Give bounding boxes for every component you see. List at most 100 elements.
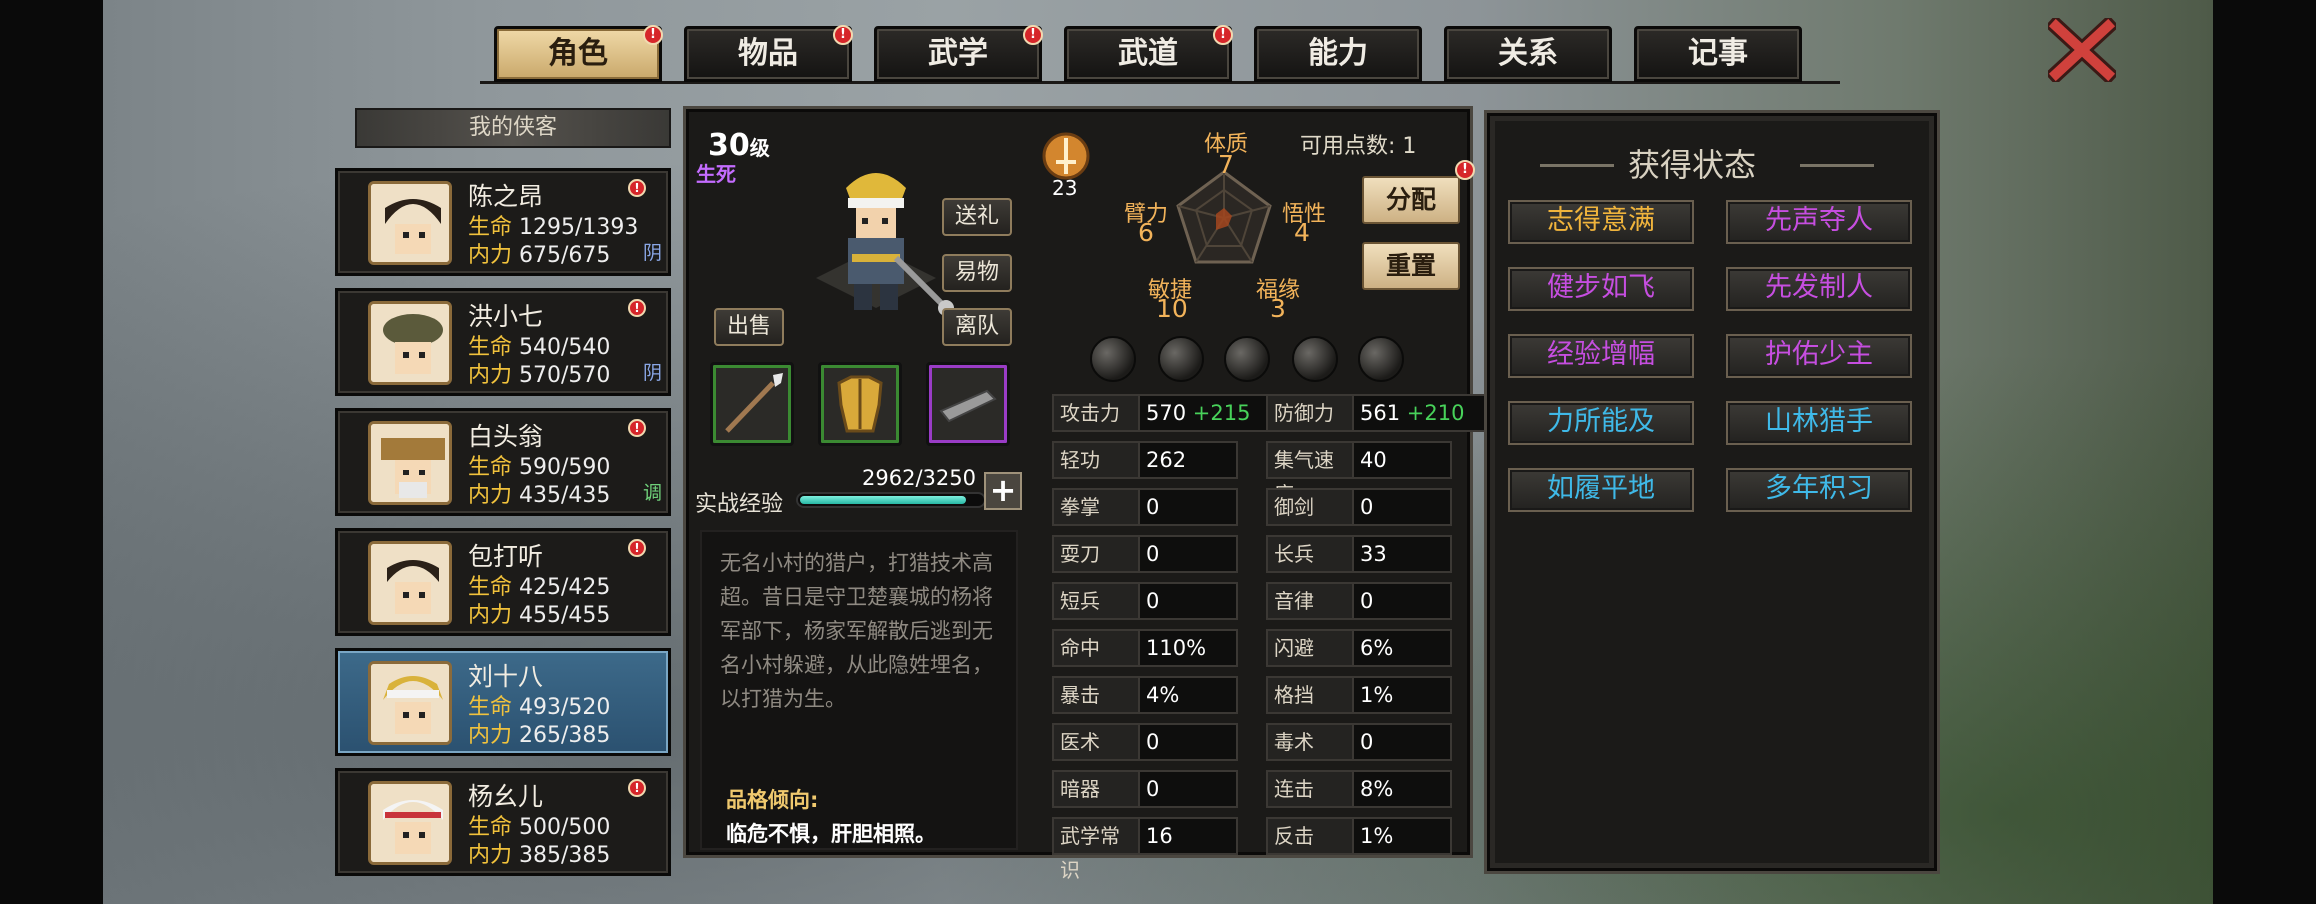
trait-title: 品格倾向: <box>726 788 819 812</box>
status-effect[interactable]: 经验增幅 <box>1508 334 1694 378</box>
gift-button[interactable]: 送礼 <box>942 198 1012 236</box>
sword-emblem-icon <box>1040 130 1092 182</box>
orb-slot[interactable] <box>1158 336 1204 382</box>
status-effect[interactable]: 如履平地 <box>1508 468 1694 512</box>
spear-icon <box>725 373 783 433</box>
alert-badge: ! <box>628 539 646 557</box>
armor-slot[interactable] <box>818 362 902 446</box>
stat-bonus: +210 <box>1400 401 1465 425</box>
weapon-slot[interactable] <box>710 362 794 446</box>
tab-martial-path[interactable]: 武道! <box>1064 25 1233 82</box>
character-mp: 内力 675/675 <box>468 243 611 268</box>
tab-martial-arts[interactable]: 武学! <box>874 25 1043 82</box>
tab-label: 能力 <box>1308 36 1368 71</box>
stat-label: 拳掌 <box>1052 488 1140 526</box>
character-card-liu[interactable]: 刘十八 生命 493/520 内力 265/385 <box>335 648 671 756</box>
status-effect[interactable]: 先发制人 <box>1726 267 1912 311</box>
alert-badge: ! <box>643 25 663 45</box>
leave-party-button[interactable]: 离队 <box>942 308 1012 346</box>
status-effect[interactable]: 山林猎手 <box>1726 401 1912 445</box>
tab-label: 物品 <box>738 36 798 71</box>
status-effect[interactable]: 志得意满 <box>1508 200 1694 244</box>
attr-minjie-value: 10 <box>1156 294 1188 323</box>
character-name: 洪小七 <box>468 302 544 331</box>
orb-slot[interactable] <box>1090 336 1136 382</box>
avatar <box>368 781 452 865</box>
character-card-hong[interactable]: 洪小七 生命 540/540 内力 570/570 ! 阴 <box>335 288 671 396</box>
stat-value: 40 <box>1352 441 1452 479</box>
stat-label: 闪避 <box>1266 629 1354 667</box>
add-xp-button[interactable]: + <box>984 472 1022 510</box>
stat-value: 0 <box>1138 488 1238 526</box>
character-tag: 阴 <box>642 362 662 384</box>
orb-slot[interactable] <box>1292 336 1338 382</box>
tab-relations[interactable]: 关系 <box>1444 26 1612 82</box>
character-tag: 阴 <box>642 242 662 264</box>
avatar <box>368 301 452 385</box>
stat-value: 33 <box>1352 535 1452 573</box>
stat-value: 16 <box>1138 817 1238 855</box>
stat-row: 攻击力 570 +215 <box>1052 394 1288 432</box>
stat-value: 0 <box>1352 488 1452 526</box>
character-name: 白头翁 <box>468 422 544 451</box>
sell-button[interactable]: 出售 <box>714 308 784 346</box>
character-name: 刘十八 <box>468 662 544 691</box>
tab-label: 武学 <box>928 36 988 71</box>
stat-value: 6% <box>1352 629 1452 667</box>
status-effect[interactable]: 护佑少主 <box>1726 334 1912 378</box>
tab-items[interactable]: 物品! <box>684 25 853 82</box>
tab-label: 角色 <box>548 36 608 71</box>
character-mp: 内力 570/570 <box>468 363 611 388</box>
stat-row: 闪避 6% <box>1266 629 1452 667</box>
status-effect[interactable]: 多年积习 <box>1726 468 1912 512</box>
character-card-yang[interactable]: 杨幺儿 生命 500/500 内力 385/385 ! <box>335 768 671 876</box>
alert-badge: ! <box>1023 25 1043 45</box>
armor-icon <box>837 375 883 433</box>
close-button[interactable] <box>2044 14 2120 86</box>
character-card-chen[interactable]: 陈之昂 生命 1295/1393 内力 675/675 ! 阴 <box>335 168 671 276</box>
stat-label: 格挡 <box>1266 676 1354 714</box>
xp-value: 2962/3250 <box>862 466 976 490</box>
character-bio-box: 无名小村的猎户，打猎技术高超。昔日是守卫楚襄城的杨将军部下，杨家军解散后逃到无名… <box>700 530 1018 850</box>
attr-fuyuan-value: 3 <box>1270 294 1286 323</box>
tab-journal[interactable]: 记事 <box>1634 26 1802 82</box>
tab-character[interactable]: 角色! <box>494 25 663 82</box>
tab-label: 关系 <box>1498 36 1558 71</box>
stat-label: 长兵 <box>1266 535 1354 573</box>
stat-value: 561 +210 <box>1352 394 1502 432</box>
orb-slot[interactable] <box>1224 336 1270 382</box>
character-card-bao[interactable]: 包打听 生命 425/425 内力 455/455 ! <box>335 528 671 636</box>
orb-slot[interactable] <box>1358 336 1404 382</box>
stat-row: 短兵 0 <box>1052 582 1238 620</box>
status-effect[interactable]: 先声夺人 <box>1726 200 1912 244</box>
character-card-bai[interactable]: 白头翁 生命 590/590 内力 435/435 ! 调 <box>335 408 671 516</box>
stat-row: 轻功 262 <box>1052 441 1238 479</box>
character-mp: 内力 435/435 <box>468 483 611 508</box>
emblem-value: 23 <box>1052 176 1078 200</box>
trade-button[interactable]: 易物 <box>942 254 1012 292</box>
stat-bonus: +215 <box>1186 401 1251 425</box>
stat-value: 0 <box>1352 582 1452 620</box>
stat-row: 医术 0 <box>1052 723 1238 761</box>
stat-row: 御剑 0 <box>1266 488 1452 526</box>
accessory-slot[interactable] <box>926 362 1010 446</box>
stat-row: 音律 0 <box>1266 582 1452 620</box>
character-sprite <box>796 158 956 338</box>
allocate-button[interactable]: 分配 <box>1362 176 1460 224</box>
stat-value: 8% <box>1352 770 1452 808</box>
title-ornament-right <box>1800 164 1874 167</box>
status-effect[interactable]: 健步如飞 <box>1508 267 1694 311</box>
character-name: 包打听 <box>468 542 544 571</box>
status-effect[interactable]: 力所能及 <box>1508 401 1694 445</box>
tab-abilities[interactable]: 能力 <box>1254 26 1422 82</box>
stat-label: 毒术 <box>1266 723 1354 761</box>
avatar <box>368 181 452 265</box>
tab-label: 武道 <box>1118 36 1178 71</box>
title-ornament-left <box>1540 164 1614 167</box>
stat-row: 格挡 1% <box>1266 676 1452 714</box>
stat-label: 攻击力 <box>1052 394 1140 432</box>
stat-label: 集气速度 <box>1266 441 1354 506</box>
stat-row: 连击 8% <box>1266 770 1452 808</box>
reset-button[interactable]: 重置 <box>1362 242 1460 290</box>
character-tag: 调 <box>642 482 662 504</box>
